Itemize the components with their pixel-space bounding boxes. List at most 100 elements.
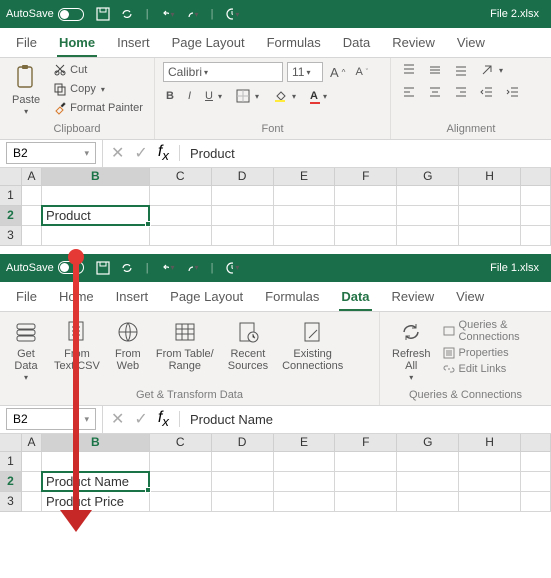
- row-header-1[interactable]: 1: [0, 452, 22, 472]
- edit-links-button[interactable]: Edit Links: [441, 362, 543, 376]
- fill-handle[interactable]: [145, 487, 151, 493]
- align-bottom-button[interactable]: [451, 62, 471, 78]
- tab-page-layout[interactable]: Page Layout: [168, 283, 245, 311]
- col-header-g[interactable]: G: [397, 168, 459, 186]
- borders-button[interactable]: [233, 88, 262, 104]
- row-header-1[interactable]: 1: [0, 186, 22, 206]
- tab-review[interactable]: Review: [390, 29, 437, 57]
- name-box[interactable]: B2▾: [6, 408, 96, 430]
- enter-icon[interactable]: ✓: [134, 143, 147, 163]
- font-name-combo[interactable]: Calibri: [163, 62, 283, 82]
- align-top-button[interactable]: [399, 62, 419, 78]
- align-middle-button[interactable]: [425, 62, 445, 78]
- existing-conn-button[interactable]: Existing Connections: [278, 316, 347, 374]
- history-icon[interactable]: [225, 261, 239, 275]
- align-right-button[interactable]: [451, 84, 471, 100]
- sync-icon[interactable]: [120, 7, 134, 21]
- decrease-font-button[interactable]: Aˇ: [352, 65, 371, 79]
- recent-sources-button[interactable]: Recent Sources: [224, 316, 272, 374]
- select-all-corner[interactable]: [0, 434, 22, 452]
- save-icon[interactable]: [96, 7, 110, 21]
- col-header-g[interactable]: G: [397, 434, 459, 452]
- formula-value[interactable]: Product: [190, 146, 235, 161]
- tab-view[interactable]: View: [455, 29, 487, 57]
- col-header-b[interactable]: B: [42, 434, 150, 452]
- col-header-b[interactable]: B: [42, 168, 150, 186]
- fill-handle[interactable]: [145, 221, 151, 227]
- paste-button[interactable]: Paste ▾: [8, 62, 44, 119]
- bold-button[interactable]: B: [163, 89, 177, 103]
- spreadsheet-grid-2[interactable]: A B C D E F G H 1 2Product Name 3Product…: [0, 434, 551, 512]
- col-header-c[interactable]: C: [150, 434, 212, 452]
- refresh-all-button[interactable]: Refresh All▾: [388, 316, 435, 385]
- col-header-f[interactable]: F: [335, 434, 397, 452]
- tab-insert[interactable]: Insert: [114, 283, 151, 311]
- col-header-d[interactable]: D: [212, 168, 274, 186]
- properties-button[interactable]: Properties: [441, 346, 543, 360]
- copy-button[interactable]: Copy: [50, 81, 146, 97]
- align-center-button[interactable]: [425, 84, 445, 100]
- fx-icon[interactable]: fx: [158, 143, 169, 163]
- increase-font-button[interactable]: A^: [327, 64, 348, 81]
- row-header-3[interactable]: 3: [0, 492, 22, 512]
- get-data-button[interactable]: Get Data▾: [8, 316, 44, 385]
- col-header-c[interactable]: C: [150, 168, 212, 186]
- spreadsheet-grid-1[interactable]: A B C D E F G H 1 2Product 3: [0, 168, 551, 246]
- decrease-indent-button[interactable]: [477, 84, 497, 100]
- fx-icon[interactable]: fx: [158, 409, 169, 429]
- undo-icon[interactable]: [161, 7, 175, 21]
- autosave-toggle[interactable]: AutoSave: [6, 8, 84, 21]
- italic-button[interactable]: I: [185, 89, 194, 103]
- redo-icon[interactable]: [185, 261, 199, 275]
- align-left-button[interactable]: [399, 84, 419, 100]
- col-header-e[interactable]: E: [274, 434, 336, 452]
- tab-data[interactable]: Data: [339, 283, 371, 311]
- tab-page-layout[interactable]: Page Layout: [170, 29, 247, 57]
- sync-icon[interactable]: [120, 261, 134, 275]
- font-size-combo[interactable]: 11: [287, 62, 323, 82]
- font-color-button[interactable]: A: [307, 89, 330, 103]
- orientation-button[interactable]: [477, 62, 506, 78]
- col-header-d[interactable]: D: [212, 434, 274, 452]
- format-painter-button[interactable]: Format Painter: [50, 100, 146, 116]
- row-header-3[interactable]: 3: [0, 226, 22, 246]
- col-header-f[interactable]: F: [335, 168, 397, 186]
- tab-file[interactable]: File: [14, 283, 39, 311]
- cell-b3[interactable]: Product Price: [42, 492, 150, 512]
- col-header-extra[interactable]: [521, 168, 551, 186]
- history-icon[interactable]: [225, 7, 239, 21]
- tab-formulas[interactable]: Formulas: [263, 283, 321, 311]
- from-table-button[interactable]: From Table/ Range: [152, 316, 218, 374]
- chevron-down-icon: ▾: [84, 414, 89, 425]
- cut-button[interactable]: Cut: [50, 62, 146, 78]
- name-box[interactable]: B2▾: [6, 142, 96, 164]
- underline-button[interactable]: U: [202, 89, 225, 103]
- row-header-2[interactable]: 2: [0, 472, 22, 492]
- col-header-h[interactable]: H: [459, 168, 521, 186]
- cancel-icon[interactable]: ✕: [111, 143, 124, 163]
- tab-formulas[interactable]: Formulas: [265, 29, 323, 57]
- cancel-icon[interactable]: ✕: [111, 409, 124, 429]
- undo-icon[interactable]: [161, 261, 175, 275]
- increase-indent-button[interactable]: [503, 84, 523, 100]
- tab-file[interactable]: File: [14, 29, 39, 57]
- fill-color-button[interactable]: [270, 88, 299, 104]
- col-header-e[interactable]: E: [274, 168, 336, 186]
- tab-data[interactable]: Data: [341, 29, 372, 57]
- tab-view[interactable]: View: [454, 283, 486, 311]
- col-header-a[interactable]: A: [22, 168, 42, 186]
- col-header-a[interactable]: A: [22, 434, 42, 452]
- select-all-corner[interactable]: [0, 168, 22, 186]
- enter-icon[interactable]: ✓: [134, 409, 147, 429]
- tab-insert[interactable]: Insert: [115, 29, 152, 57]
- save-icon[interactable]: [96, 261, 110, 275]
- row-header-2[interactable]: 2: [0, 206, 22, 226]
- formula-value[interactable]: Product Name: [190, 412, 273, 427]
- tab-review[interactable]: Review: [390, 283, 437, 311]
- col-header-extra[interactable]: [521, 434, 551, 452]
- tab-home[interactable]: Home: [57, 29, 97, 57]
- redo-icon[interactable]: [185, 7, 199, 21]
- from-web-button[interactable]: From Web: [110, 316, 146, 374]
- queries-connections-button[interactable]: Queries & Connections: [441, 318, 543, 344]
- col-header-h[interactable]: H: [459, 434, 521, 452]
